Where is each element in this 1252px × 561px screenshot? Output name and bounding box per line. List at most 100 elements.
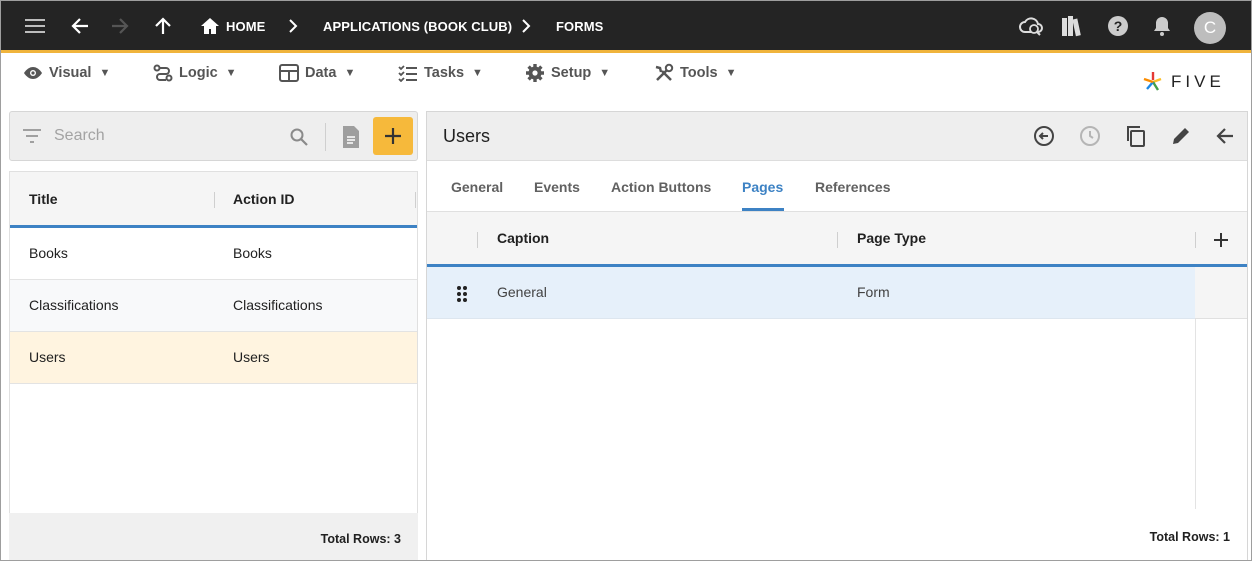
menu-visual[interactable]: Visual ▼: [23, 63, 110, 83]
menu-bar: Visual ▼ Logic ▼ Data ▼ Tasks ▼ Setup ▼ …: [1, 56, 1251, 104]
row-end-cell: [1195, 267, 1247, 319]
breadcrumb-home[interactable]: HOME: [226, 19, 265, 34]
detail-panel: Users General Events Action Buttons Page…: [426, 111, 1248, 560]
forms-table: Title Action ID Books Books Classificati…: [9, 171, 418, 560]
detail-header: Users: [427, 112, 1247, 161]
avatar[interactable]: C: [1194, 12, 1226, 44]
five-logo-mark-icon: [1143, 72, 1162, 91]
tab-general[interactable]: General: [451, 179, 503, 195]
left-table-footer: Total Rows: 3: [9, 513, 418, 560]
copy-icon[interactable]: [1124, 124, 1148, 148]
tab-events[interactable]: Events: [534, 179, 580, 195]
cell-action-id: Classifications: [233, 297, 323, 313]
add-button[interactable]: [373, 117, 413, 155]
document-icon[interactable]: [341, 125, 361, 149]
search-bar: [9, 111, 418, 161]
cell-title: Books: [29, 245, 68, 261]
checklist-icon: [398, 65, 417, 82]
caret-down-icon: ▼: [725, 67, 737, 79]
cell-page-type: Form: [857, 284, 890, 300]
back-arrow-icon[interactable]: [67, 13, 93, 39]
five-logo: FIVE: [1141, 70, 1225, 94]
search-icon[interactable]: [289, 127, 309, 147]
cell-caption: General: [497, 284, 547, 300]
up-arrow-icon[interactable]: [150, 13, 176, 39]
plus-icon: [385, 128, 401, 144]
library-books-icon[interactable]: [1060, 13, 1086, 39]
total-rows-count: Total Rows: 1: [1149, 530, 1230, 544]
cell-action-id: Books: [233, 245, 272, 261]
tab-pages[interactable]: Pages: [742, 179, 783, 195]
column-divider: [214, 192, 215, 208]
edit-pencil-icon[interactable]: [1169, 124, 1193, 148]
cell-title: Classifications: [29, 297, 119, 313]
column-header-title[interactable]: Title: [29, 191, 58, 207]
app-bar: HOME APPLICATIONS (BOOK CLUB) FORMS ? C: [1, 1, 1251, 53]
hamburger-menu-icon[interactable]: [23, 13, 49, 39]
home-icon[interactable]: [197, 13, 223, 39]
menu-data[interactable]: Data ▼: [279, 63, 355, 83]
caret-down-icon: ▼: [344, 67, 356, 79]
caret-down-icon: ▼: [472, 67, 483, 79]
svg-text:?: ?: [1114, 18, 1123, 34]
tab-action-buttons[interactable]: Action Buttons: [611, 179, 711, 195]
column-divider: [837, 232, 838, 248]
column-divider: [1195, 232, 1196, 248]
forward-arrow-icon[interactable]: [107, 13, 133, 39]
column-header-page-type[interactable]: Page Type: [857, 230, 926, 246]
total-rows-count: Total Rows: 3: [320, 532, 401, 546]
active-tab-indicator: [742, 208, 784, 211]
table-vertical-line: [1195, 319, 1196, 509]
tools-icon: [655, 63, 674, 81]
menu-setup-label: Setup: [551, 65, 592, 81]
table-icon: [279, 64, 299, 82]
column-divider: [477, 232, 478, 248]
menu-setup[interactable]: Setup ▼: [525, 63, 610, 83]
logo-text: FIVE: [1171, 72, 1225, 91]
tab-references[interactable]: References: [815, 179, 891, 195]
menu-tools[interactable]: Tools ▼: [654, 63, 736, 83]
back-arrow-icon[interactable]: [1213, 124, 1237, 148]
cell-title: Users: [29, 349, 66, 365]
menu-visual-label: Visual: [49, 65, 92, 81]
filter-icon[interactable]: [22, 128, 42, 144]
eye-icon: [24, 67, 42, 79]
app-window: HOME APPLICATIONS (BOOK CLUB) FORMS ? C …: [0, 0, 1252, 561]
menu-tasks[interactable]: Tasks ▼: [398, 63, 483, 83]
menu-tasks-label: Tasks: [424, 65, 465, 81]
breadcrumb-application[interactable]: APPLICATIONS (BOOK CLUB): [323, 19, 512, 34]
logic-icon: [153, 64, 173, 82]
caret-down-icon: ▼: [99, 67, 111, 79]
table-row[interactable]: Classifications Classifications: [10, 280, 417, 332]
caret-down-icon: ▼: [599, 67, 611, 79]
menu-logic-label: Logic: [179, 65, 218, 81]
search-input[interactable]: [54, 126, 284, 146]
notifications-bell-icon[interactable]: [1149, 13, 1175, 39]
cloud-sync-icon[interactable]: [1018, 13, 1044, 39]
tab-bar: General Events Action Buttons Pages Refe…: [427, 162, 1247, 212]
cell-action-id: Users: [233, 349, 270, 365]
menu-logic[interactable]: Logic ▼: [153, 63, 237, 83]
pages-table-header: Caption Page Type: [427, 212, 1247, 267]
column-divider: [415, 192, 416, 208]
drag-handle-icon[interactable]: [456, 285, 468, 303]
help-icon[interactable]: ?: [1105, 13, 1131, 39]
table-row-selected[interactable]: Users Users: [10, 332, 417, 384]
table-row[interactable]: General Form: [427, 267, 1195, 319]
menu-tools-label: Tools: [680, 65, 718, 81]
menu-data-label: Data: [305, 65, 337, 81]
add-row-plus-icon[interactable]: [1212, 231, 1230, 249]
chevron-right-icon: [522, 19, 531, 33]
caret-down-icon: ▼: [225, 67, 237, 79]
column-header-caption[interactable]: Caption: [497, 230, 549, 246]
table-row[interactable]: Books Books: [10, 228, 417, 280]
breadcrumb-forms[interactable]: FORMS: [556, 19, 603, 34]
column-header-action-id[interactable]: Action ID: [233, 191, 294, 207]
chevron-right-icon: [289, 19, 298, 33]
gear-icon: [526, 64, 544, 82]
clock-icon[interactable]: [1078, 124, 1102, 148]
detail-title: Users: [443, 126, 491, 146]
table-header: Title Action ID: [10, 172, 417, 228]
history-back-icon[interactable]: [1032, 124, 1056, 148]
divider: [325, 123, 326, 151]
